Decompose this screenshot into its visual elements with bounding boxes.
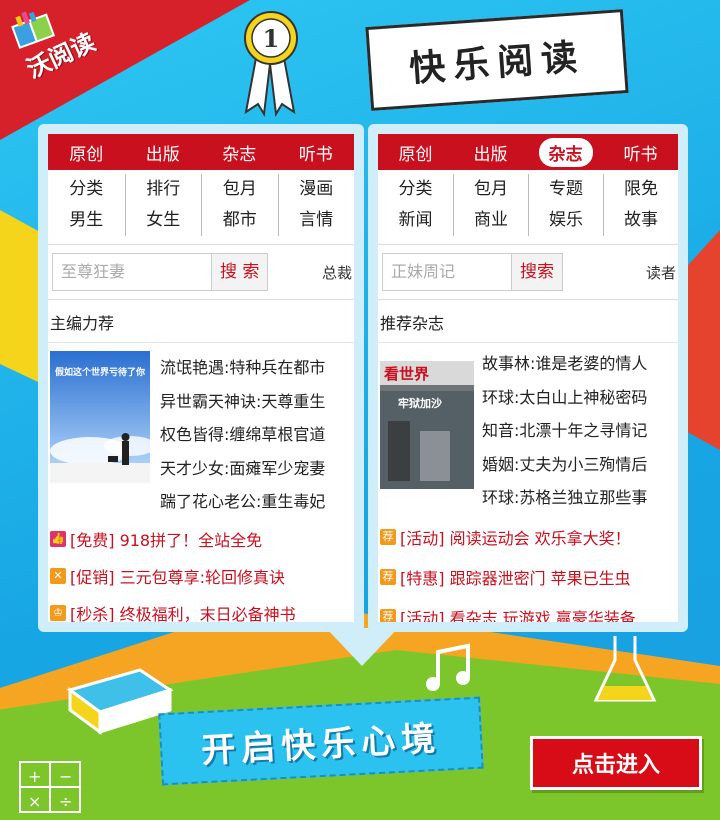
section-title: 推荐杂志 — [378, 300, 678, 343]
left-top-nav: 原创 出版 杂志 听书 — [48, 134, 354, 170]
search-button[interactable]: 搜索 — [512, 253, 563, 291]
header-banner: 快乐阅读 — [365, 9, 629, 111]
svg-text:+: + — [28, 767, 41, 786]
category-item[interactable]: 娱乐 — [528, 205, 603, 236]
right-title-list: 故事林:谁是老婆的情人 环球:太白山上神秘密码 知音:北漂十年之寻情记 婚姻:丈… — [482, 347, 678, 515]
category-item[interactable]: 言情 — [277, 205, 355, 236]
promo-item[interactable]: 荐 [活动] 看杂志 玩游戏 赢豪华装备 — [380, 597, 678, 623]
category-item[interactable]: 分类 — [48, 174, 125, 205]
promo-item[interactable]: 👍 [免费] 918拼了！全站全免 — [50, 521, 354, 558]
category-item[interactable]: 专题 — [528, 174, 603, 205]
badge-number: 1 — [263, 24, 280, 53]
promo-text: [活动] 看杂志 玩游戏 赢豪华装备 — [400, 608, 636, 623]
promo-item[interactable]: ♔ [秒杀] 终极福利，末日必备神书 — [50, 595, 354, 622]
promo-item[interactable]: 荐 [活动] 阅读运动会 欢乐拿大奖！ — [380, 517, 678, 557]
tab-publish[interactable]: 出版 — [464, 138, 518, 167]
list-item[interactable]: 环球:太白山上神秘密码 — [482, 381, 678, 415]
star-icon: ✕ — [50, 568, 66, 584]
right-phone-frame: 原创 出版 杂志 听书 分类 包月 专题 限免 新闻 商业 娱乐 故事 正妹周记… — [368, 124, 688, 632]
tab-original[interactable]: 原创 — [389, 138, 443, 167]
category-item[interactable]: 商业 — [453, 205, 528, 236]
category-item[interactable]: 男生 — [48, 205, 125, 236]
search-hot-keyword[interactable]: 读者 — [646, 262, 676, 283]
tab-magazine-active[interactable]: 杂志 — [538, 137, 593, 167]
promo-text: [促销] 三元包尊享:轮回修真诀 — [70, 568, 285, 587]
list-item[interactable]: 环球:苏格兰独立那些事 — [482, 481, 678, 515]
tab-magazine[interactable]: 杂志 — [212, 138, 266, 167]
music-note-icon — [426, 643, 470, 691]
math-symbols-icon: + − × ÷ — [19, 761, 81, 813]
left-recommend-block: 假如这个世界亏待了你 流氓艳遇:特种兵在都市 异世霸天神诀:天尊重生 权色皆得:… — [48, 343, 354, 519]
right-recommend-block: 看世界 牢狱加沙 故事林:谁是老婆的情人 环球:太白山上神秘密码 知音:北漂十年… — [378, 343, 678, 515]
category-item[interactable]: 包月 — [453, 174, 528, 205]
left-phone-screen: 原创 出版 杂志 听书 分类 排行 包月 漫画 男生 女生 都市 言情 至尊狂妻… — [48, 134, 354, 622]
book-cover-title: 假如这个世界亏待了你 — [55, 366, 145, 378]
svg-text:−: − — [59, 767, 72, 786]
list-item[interactable]: 知音:北漂十年之寻情记 — [482, 414, 678, 448]
svg-text:÷: ÷ — [59, 792, 72, 811]
list-item[interactable]: 权色皆得:缠绵草根官道 — [160, 418, 354, 452]
list-item[interactable]: 踹了花心老公:重生毒妃 — [160, 485, 354, 519]
right-phone-screen: 原创 出版 杂志 听书 分类 包月 专题 限免 新闻 商业 娱乐 故事 正妹周记… — [378, 134, 678, 622]
magazine-cover-subtitle: 牢狱加沙 — [398, 396, 442, 410]
search-button[interactable]: 搜 索 — [212, 253, 269, 291]
category-item[interactable]: 故事 — [603, 205, 678, 236]
right-top-nav: 原创 出版 杂志 听书 — [378, 134, 678, 170]
enter-button[interactable]: 点击进入 — [530, 736, 702, 790]
search-input[interactable]: 正妹周记 — [382, 253, 512, 291]
flask-doodle-icon — [593, 636, 657, 702]
left-phone-frame: 原创 出版 杂志 听书 分类 排行 包月 漫画 男生 女生 都市 言情 至尊狂妻… — [38, 124, 364, 632]
magazine-cover-title: 看世界 — [384, 365, 429, 383]
list-item[interactable]: 异世霸天神诀:天尊重生 — [160, 385, 354, 419]
left-category-grid: 分类 排行 包月 漫画 男生 女生 都市 言情 — [48, 170, 354, 238]
promo-item[interactable]: ✕ [促销] 三元包尊享:轮回修真诀 — [50, 558, 354, 595]
list-item[interactable]: 天才少女:面瘫军少宠妻 — [160, 452, 354, 486]
promo-text: [免费] 918拼了！全站全免 — [70, 531, 263, 550]
list-item[interactable]: 流氓艳遇:特种兵在都市 — [160, 351, 354, 385]
promo-text: [特惠] 跟踪器泄密门 苹果已生虫 — [400, 568, 631, 588]
category-item[interactable]: 排行 — [124, 174, 202, 205]
right-search-row: 正妹周记 搜索 读者 — [378, 244, 678, 300]
promo-text: [秒杀] 终极福利，末日必备神书 — [70, 605, 296, 622]
tab-publish[interactable]: 出版 — [136, 138, 190, 167]
category-item[interactable]: 限免 — [603, 174, 678, 205]
category-item[interactable]: 女生 — [124, 205, 202, 236]
slogan-text: 开启快乐心境 — [200, 718, 443, 771]
search-hot-keyword[interactable]: 总裁 — [322, 262, 352, 283]
category-item[interactable]: 漫画 — [277, 174, 355, 205]
magazine-cover-image[interactable]: 看世界 牢狱加沙 — [380, 361, 474, 489]
thumb-icon: 👍 — [50, 531, 66, 547]
category-item[interactable]: 分类 — [378, 174, 453, 205]
trophy-icon: ♔ — [50, 605, 66, 621]
tab-audiobook[interactable]: 听书 — [289, 138, 343, 167]
recommend-tag-icon: 荐 — [380, 608, 396, 622]
search-input[interactable]: 至尊狂妻 — [52, 253, 212, 291]
list-item[interactable]: 婚姻:丈夫为小三殉情后 — [482, 448, 678, 482]
tab-audiobook[interactable]: 听书 — [614, 138, 668, 167]
ribbon-badge-icon: 1 — [244, 11, 298, 118]
promo-text: [活动] 阅读运动会 欢乐拿大奖！ — [400, 528, 631, 548]
category-item[interactable]: 包月 — [201, 174, 278, 205]
book-cover-image[interactable]: 假如这个世界亏待了你 — [50, 351, 150, 483]
svg-text:×: × — [28, 792, 41, 811]
recommend-tag-icon: 荐 — [380, 568, 396, 585]
left-title-list: 流氓艳遇:特种兵在都市 异世霸天神诀:天尊重生 权色皆得:缠绵草根官道 天才少女… — [160, 351, 354, 519]
right-category-grid: 分类 包月 专题 限免 新闻 商业 娱乐 故事 — [378, 170, 678, 238]
right-promo-list: 荐 [活动] 阅读运动会 欢乐拿大奖！ 荐 [特惠] 跟踪器泄密门 苹果已生虫 … — [378, 515, 678, 623]
section-title: 主编力荐 — [48, 300, 354, 343]
category-item[interactable]: 都市 — [201, 205, 278, 236]
promo-item[interactable]: 荐 [特惠] 跟踪器泄密门 苹果已生虫 — [380, 557, 678, 597]
tab-original[interactable]: 原创 — [59, 138, 113, 167]
list-item[interactable]: 故事林:谁是老婆的情人 — [482, 347, 678, 381]
category-item[interactable]: 新闻 — [378, 205, 453, 236]
left-promo-list: 👍 [免费] 918拼了！全站全免 ✕ [促销] 三元包尊享:轮回修真诀 ♔ [… — [48, 519, 354, 622]
recommend-tag-icon: 荐 — [380, 528, 396, 545]
header-banner-text: 快乐阅读 — [407, 35, 587, 91]
left-search-row: 至尊狂妻 搜 索 总裁 — [48, 244, 354, 300]
